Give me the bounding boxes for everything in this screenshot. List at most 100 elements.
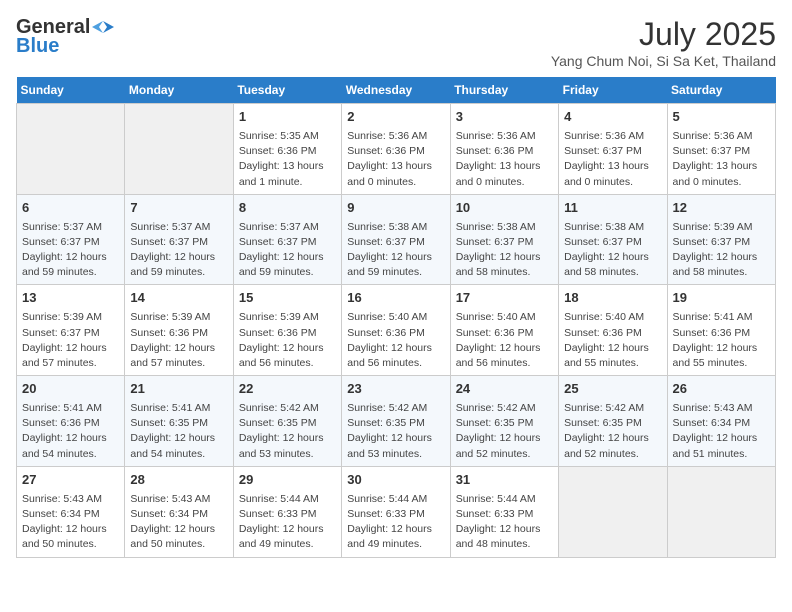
calendar-cell: 5 Sunrise: 5:36 AM Sunset: 6:37 PM Daylig… bbox=[667, 104, 775, 195]
day-info: Sunrise: 5:37 AM Sunset: 6:37 PM Dayligh… bbox=[239, 220, 336, 281]
calendar-cell: 13Sunrise: 5:39 AM Sunset: 6:37 PM Dayli… bbox=[17, 285, 125, 376]
calendar-cell: 31 Sunrise: 5:44 AM Sunset: 6:33 PM Dayli… bbox=[450, 466, 558, 557]
day-info: Sunrise: 5:40 AM Sunset: 6:36 PM Dayligh… bbox=[456, 310, 553, 371]
day-number: 5 bbox=[673, 108, 770, 127]
calendar-cell: 11 Sunrise: 5:38 AM Sunset: 6:37 PM Dayli… bbox=[559, 194, 667, 285]
day-info: Sunrise: 5:43 AM Sunset: 6:34 PM Dayligh… bbox=[130, 492, 227, 553]
day-number: 10 bbox=[456, 199, 553, 218]
day-info: Sunrise: 5:39 AM Sunset: 6:37 PM Dayligh… bbox=[673, 220, 770, 281]
calendar-cell: 18Sunrise: 5:40 AM Sunset: 6:36 PM Dayli… bbox=[559, 285, 667, 376]
day-info: Sunrise: 5:44 AM Sunset: 6:33 PM Dayligh… bbox=[347, 492, 444, 553]
day-number: 22 bbox=[239, 380, 336, 399]
day-number: 7 bbox=[130, 199, 227, 218]
day-info: Sunrise: 5:39 AM Sunset: 6:36 PM Dayligh… bbox=[130, 310, 227, 371]
calendar-cell bbox=[559, 466, 667, 557]
calendar-week-row: 27 Sunrise: 5:43 AM Sunset: 6:34 PM Dayli… bbox=[17, 466, 776, 557]
day-info: Sunrise: 5:36 AM Sunset: 6:36 PM Dayligh… bbox=[347, 129, 444, 190]
column-header-wednesday: Wednesday bbox=[342, 77, 450, 104]
calendar-cell bbox=[667, 466, 775, 557]
day-number: 11 bbox=[564, 199, 661, 218]
logo: General Blue bbox=[16, 16, 114, 58]
day-info: Sunrise: 5:38 AM Sunset: 6:37 PM Dayligh… bbox=[347, 220, 444, 281]
day-info: Sunrise: 5:43 AM Sunset: 6:34 PM Dayligh… bbox=[673, 401, 770, 462]
calendar-header-row: SundayMondayTuesdayWednesdayThursdayFrid… bbox=[17, 77, 776, 104]
column-header-sunday: Sunday bbox=[17, 77, 125, 104]
day-number: 29 bbox=[239, 471, 336, 490]
calendar-week-row: 6 Sunrise: 5:37 AM Sunset: 6:37 PM Daylig… bbox=[17, 194, 776, 285]
calendar-cell: 10 Sunrise: 5:38 AM Sunset: 6:37 PM Dayli… bbox=[450, 194, 558, 285]
day-number: 25 bbox=[564, 380, 661, 399]
calendar-cell: 15 Sunrise: 5:39 AM Sunset: 6:36 PM Dayli… bbox=[233, 285, 341, 376]
day-number: 17 bbox=[456, 289, 553, 308]
day-info: Sunrise: 5:42 AM Sunset: 6:35 PM Dayligh… bbox=[239, 401, 336, 462]
day-info: Sunrise: 5:42 AM Sunset: 6:35 PM Dayligh… bbox=[564, 401, 661, 462]
day-number: 9 bbox=[347, 199, 444, 218]
day-info: Sunrise: 5:39 AM Sunset: 6:37 PM Dayligh… bbox=[22, 310, 119, 371]
calendar-cell: 19 Sunrise: 5:41 AM Sunset: 6:36 PM Dayli… bbox=[667, 285, 775, 376]
day-number: 28 bbox=[130, 471, 227, 490]
day-number: 18 bbox=[564, 289, 661, 308]
day-number: 14 bbox=[130, 289, 227, 308]
month-year-title: July 2025 bbox=[551, 16, 776, 53]
calendar-cell: 28 Sunrise: 5:43 AM Sunset: 6:34 PM Dayli… bbox=[125, 466, 233, 557]
day-number: 19 bbox=[673, 289, 770, 308]
day-info: Sunrise: 5:44 AM Sunset: 6:33 PM Dayligh… bbox=[456, 492, 553, 553]
day-number: 26 bbox=[673, 380, 770, 399]
calendar-cell: 23 Sunrise: 5:42 AM Sunset: 6:35 PM Dayli… bbox=[342, 376, 450, 467]
location-subtitle: Yang Chum Noi, Si Sa Ket, Thailand bbox=[551, 53, 776, 69]
calendar-cell: 12Sunrise: 5:39 AM Sunset: 6:37 PM Dayli… bbox=[667, 194, 775, 285]
calendar-cell: 22 Sunrise: 5:42 AM Sunset: 6:35 PM Dayli… bbox=[233, 376, 341, 467]
calendar-week-row: 20Sunrise: 5:41 AM Sunset: 6:36 PM Dayli… bbox=[17, 376, 776, 467]
day-info: Sunrise: 5:36 AM Sunset: 6:37 PM Dayligh… bbox=[564, 129, 661, 190]
calendar-cell: 14 Sunrise: 5:39 AM Sunset: 6:36 PM Dayli… bbox=[125, 285, 233, 376]
column-header-thursday: Thursday bbox=[450, 77, 558, 104]
day-info: Sunrise: 5:42 AM Sunset: 6:35 PM Dayligh… bbox=[456, 401, 553, 462]
day-info: Sunrise: 5:40 AM Sunset: 6:36 PM Dayligh… bbox=[347, 310, 444, 371]
column-header-friday: Friday bbox=[559, 77, 667, 104]
day-info: Sunrise: 5:35 AM Sunset: 6:36 PM Dayligh… bbox=[239, 129, 336, 190]
day-number: 16 bbox=[347, 289, 444, 308]
calendar-cell: 21Sunrise: 5:41 AM Sunset: 6:35 PM Dayli… bbox=[125, 376, 233, 467]
day-info: Sunrise: 5:38 AM Sunset: 6:37 PM Dayligh… bbox=[564, 220, 661, 281]
day-info: Sunrise: 5:43 AM Sunset: 6:34 PM Dayligh… bbox=[22, 492, 119, 553]
column-header-tuesday: Tuesday bbox=[233, 77, 341, 104]
day-info: Sunrise: 5:37 AM Sunset: 6:37 PM Dayligh… bbox=[130, 220, 227, 281]
day-number: 3 bbox=[456, 108, 553, 127]
day-number: 6 bbox=[22, 199, 119, 218]
calendar-cell: 6 Sunrise: 5:37 AM Sunset: 6:37 PM Daylig… bbox=[17, 194, 125, 285]
day-info: Sunrise: 5:38 AM Sunset: 6:37 PM Dayligh… bbox=[456, 220, 553, 281]
day-info: Sunrise: 5:41 AM Sunset: 6:36 PM Dayligh… bbox=[673, 310, 770, 371]
day-number: 1 bbox=[239, 108, 336, 127]
calendar-cell: 20Sunrise: 5:41 AM Sunset: 6:36 PM Dayli… bbox=[17, 376, 125, 467]
day-info: Sunrise: 5:36 AM Sunset: 6:36 PM Dayligh… bbox=[456, 129, 553, 190]
day-info: Sunrise: 5:42 AM Sunset: 6:35 PM Dayligh… bbox=[347, 401, 444, 462]
calendar-cell: 27 Sunrise: 5:43 AM Sunset: 6:34 PM Dayli… bbox=[17, 466, 125, 557]
calendar-week-row: 1 Sunrise: 5:35 AM Sunset: 6:36 PM Daylig… bbox=[17, 104, 776, 195]
calendar-cell: 16 Sunrise: 5:40 AM Sunset: 6:36 PM Dayli… bbox=[342, 285, 450, 376]
calendar-cell: 3 Sunrise: 5:36 AM Sunset: 6:36 PM Daylig… bbox=[450, 104, 558, 195]
day-number: 31 bbox=[456, 471, 553, 490]
day-number: 27 bbox=[22, 471, 119, 490]
logo-bird-icon bbox=[92, 17, 114, 39]
day-info: Sunrise: 5:36 AM Sunset: 6:37 PM Dayligh… bbox=[673, 129, 770, 190]
calendar-cell: 29 Sunrise: 5:44 AM Sunset: 6:33 PM Dayli… bbox=[233, 466, 341, 557]
calendar-cell: 8 Sunrise: 5:37 AM Sunset: 6:37 PM Daylig… bbox=[233, 194, 341, 285]
calendar-cell: 26 Sunrise: 5:43 AM Sunset: 6:34 PM Dayli… bbox=[667, 376, 775, 467]
column-header-saturday: Saturday bbox=[667, 77, 775, 104]
calendar-cell: 24Sunrise: 5:42 AM Sunset: 6:35 PM Dayli… bbox=[450, 376, 558, 467]
day-info: Sunrise: 5:39 AM Sunset: 6:36 PM Dayligh… bbox=[239, 310, 336, 371]
day-info: Sunrise: 5:41 AM Sunset: 6:35 PM Dayligh… bbox=[130, 401, 227, 462]
calendar-cell: 9 Sunrise: 5:38 AM Sunset: 6:37 PM Daylig… bbox=[342, 194, 450, 285]
title-block: July 2025 Yang Chum Noi, Si Sa Ket, Thai… bbox=[551, 16, 776, 69]
calendar-cell: 30Sunrise: 5:44 AM Sunset: 6:33 PM Dayli… bbox=[342, 466, 450, 557]
calendar-week-row: 13Sunrise: 5:39 AM Sunset: 6:37 PM Dayli… bbox=[17, 285, 776, 376]
day-number: 23 bbox=[347, 380, 444, 399]
day-number: 15 bbox=[239, 289, 336, 308]
calendar-table: SundayMondayTuesdayWednesdayThursdayFrid… bbox=[16, 77, 776, 558]
calendar-cell: 4Sunrise: 5:36 AM Sunset: 6:37 PM Daylig… bbox=[559, 104, 667, 195]
day-info: Sunrise: 5:41 AM Sunset: 6:36 PM Dayligh… bbox=[22, 401, 119, 462]
day-number: 8 bbox=[239, 199, 336, 218]
calendar-cell: 1 Sunrise: 5:35 AM Sunset: 6:36 PM Daylig… bbox=[233, 104, 341, 195]
day-info: Sunrise: 5:44 AM Sunset: 6:33 PM Dayligh… bbox=[239, 492, 336, 553]
day-info: Sunrise: 5:37 AM Sunset: 6:37 PM Dayligh… bbox=[22, 220, 119, 281]
